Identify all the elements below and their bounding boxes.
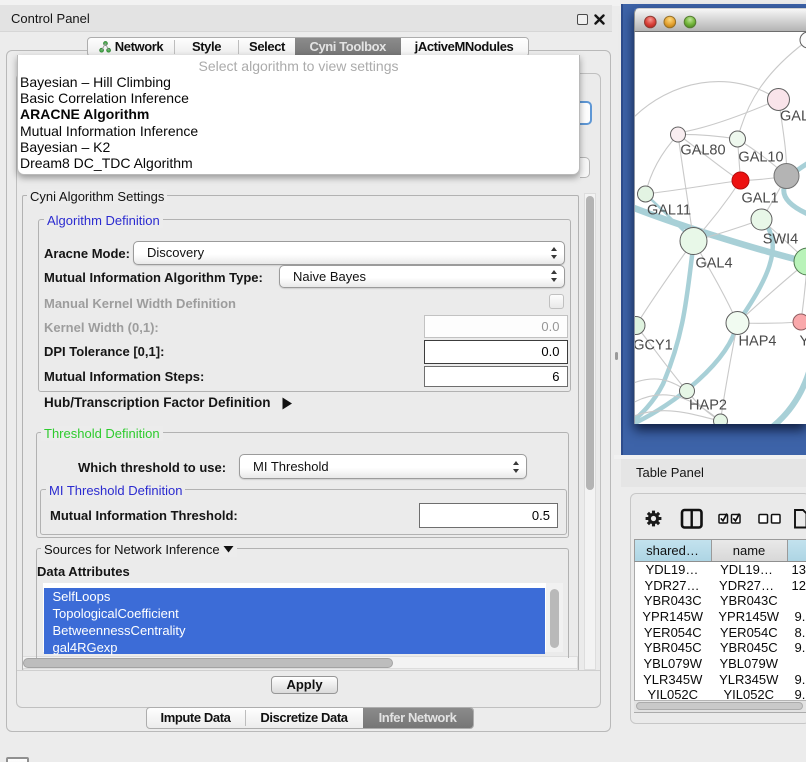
svg-text:GAL4: GAL4 bbox=[695, 255, 732, 271]
svg-text:GAL80: GAL80 bbox=[680, 142, 725, 158]
svg-text:Y: Y bbox=[800, 333, 806, 349]
svg-text:GAL10: GAL10 bbox=[738, 149, 783, 165]
svg-text:GAL11: GAL11 bbox=[647, 202, 691, 218]
svg-text:SWI4: SWI4 bbox=[763, 231, 798, 247]
svg-text:GAL1: GAL1 bbox=[741, 190, 778, 206]
svg-text:GCY1: GCY1 bbox=[635, 337, 673, 353]
svg-text:HAP2: HAP2 bbox=[689, 397, 727, 413]
svg-text:HAP4: HAP4 bbox=[739, 333, 777, 349]
svg-text:GAL7: GAL7 bbox=[780, 108, 806, 124]
